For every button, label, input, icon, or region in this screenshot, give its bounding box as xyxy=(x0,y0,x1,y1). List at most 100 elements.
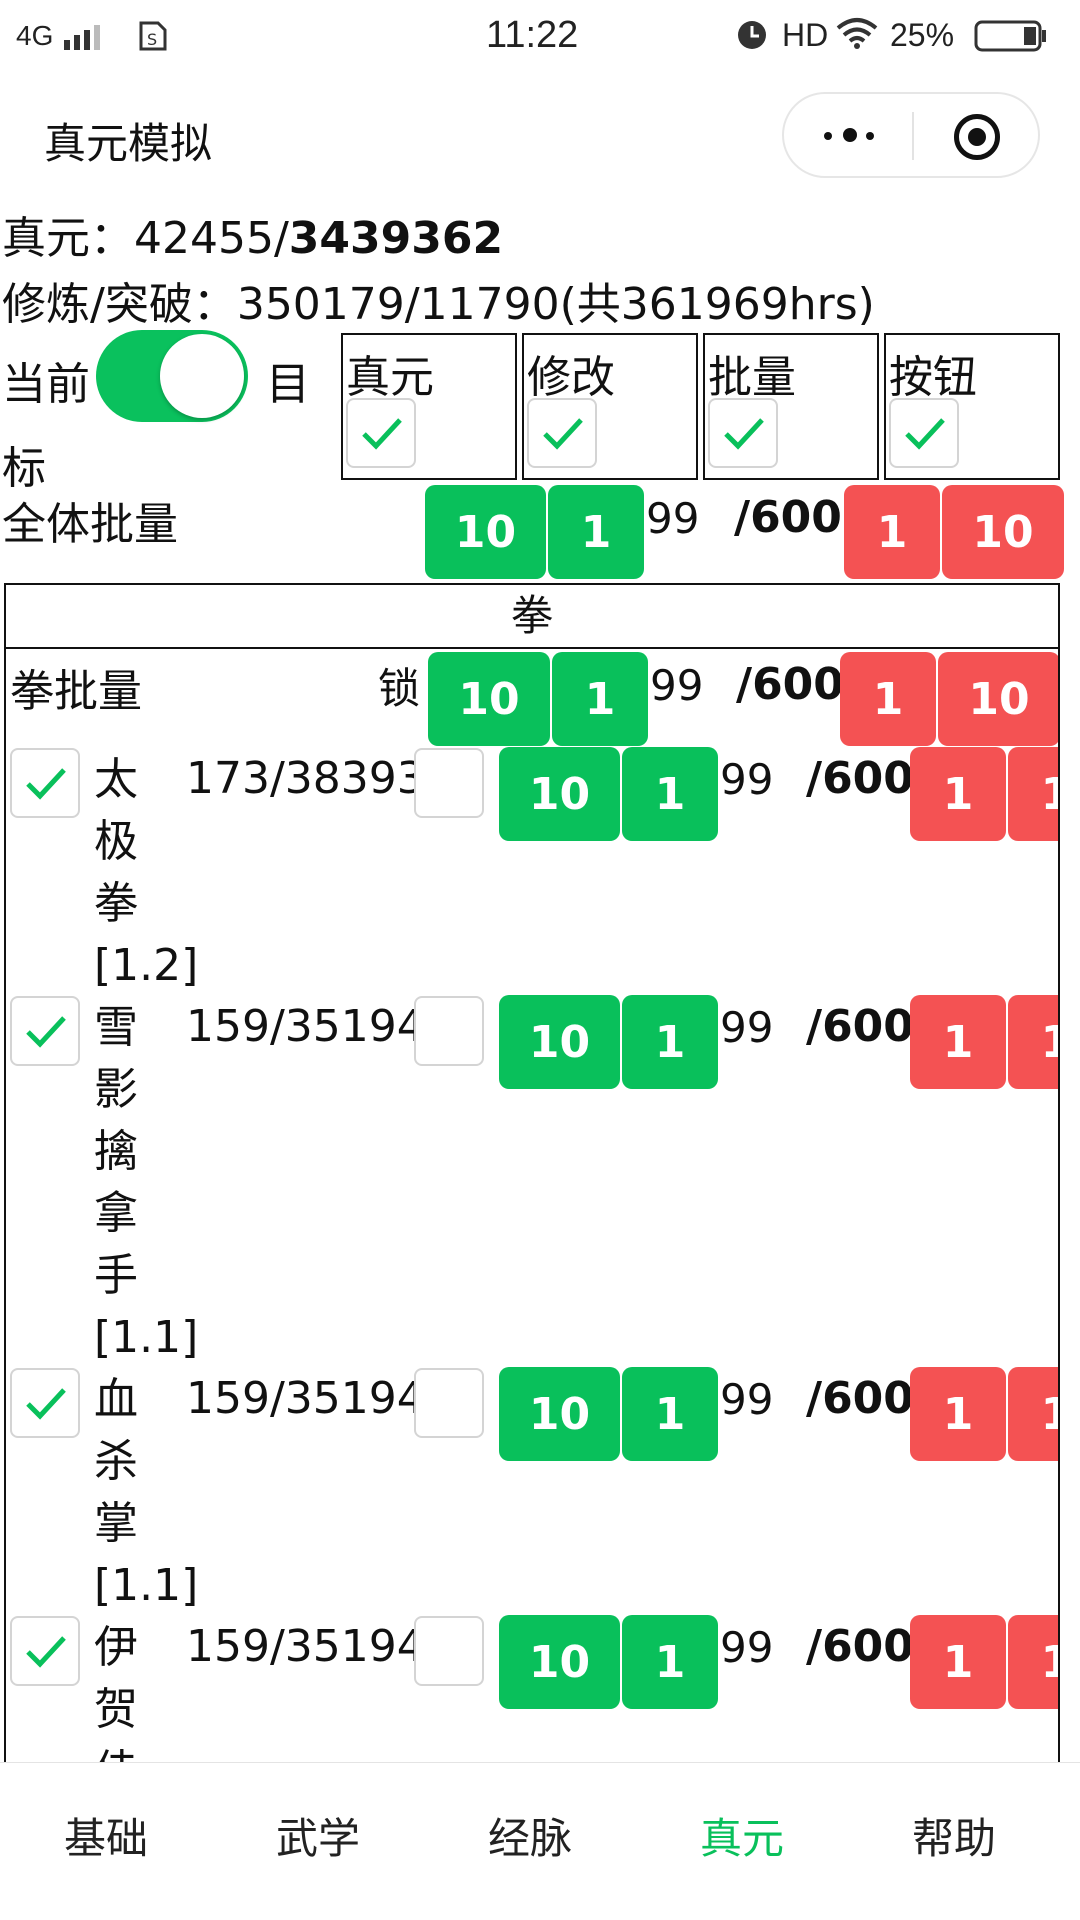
option-buttons-checkbox[interactable] xyxy=(889,398,959,468)
more-icon[interactable] xyxy=(824,128,876,144)
skill-max: /600 xyxy=(806,1001,914,1052)
check-icon xyxy=(905,418,945,450)
mini-program-capsule xyxy=(782,92,1040,178)
skill-plus1-button[interactable]: 1 xyxy=(622,1367,718,1461)
group-lock-label: 锁 xyxy=(378,664,421,713)
global-batch-value[interactable]: 99 xyxy=(646,494,699,543)
signal-icon xyxy=(62,22,110,61)
skill-lock-checkbox[interactable] xyxy=(414,1616,484,1686)
skill-group-table: 拳 拳批量 锁 10 1 99 /600 1 10 太极拳 [1.2] 173/3… xyxy=(4,583,1060,1770)
group-batch-label: 拳批量 xyxy=(10,666,142,717)
alarm-icon xyxy=(734,16,770,61)
skill-plus1-button[interactable]: 1 xyxy=(622,747,718,841)
skill-value[interactable]: 99 xyxy=(720,1003,773,1052)
tab-help[interactable]: 帮助 xyxy=(912,1805,996,1866)
skill-name: 雪影擒拿手 [1.1] xyxy=(94,1002,199,1363)
skill-minus10-button[interactable]: 1 xyxy=(1008,995,1058,1089)
global-minus1-button[interactable]: 1 xyxy=(844,485,940,579)
mode-target-label-wrap: 标 xyxy=(2,443,46,494)
skill-plus10-button[interactable]: 10 xyxy=(499,995,620,1089)
zhenyuan-total: 3439362 xyxy=(288,213,504,264)
skill-select-checkbox[interactable] xyxy=(10,1368,80,1438)
skill-progress: 159/35194 xyxy=(186,1373,425,1424)
skill-lock-checkbox[interactable] xyxy=(414,748,484,818)
skill-name: 伊贺佳 xyxy=(94,1622,138,1770)
skill-minus10-button[interactable]: 1 xyxy=(1008,747,1058,841)
option-modify: 修改 xyxy=(522,333,698,480)
tab-meridians[interactable]: 经脉 xyxy=(488,1805,572,1866)
skill-value[interactable]: 99 xyxy=(720,1375,773,1424)
option-label: 按钮 xyxy=(889,352,977,403)
zhenyuan-current: 42455/ xyxy=(134,213,289,264)
option-zhenyuan: 真元 xyxy=(341,333,517,480)
check-icon xyxy=(26,1636,66,1668)
global-batch-max: /600 xyxy=(734,492,842,543)
group-minus1-button[interactable]: 1 xyxy=(840,652,936,746)
skill-select-checkbox[interactable] xyxy=(10,1616,80,1686)
option-batch-checkbox[interactable] xyxy=(708,398,778,468)
group-batch-value[interactable]: 99 xyxy=(650,661,703,710)
skill-value[interactable]: 99 xyxy=(720,755,773,804)
skill-progress: 159/35194 xyxy=(186,1621,425,1672)
option-label: 修改 xyxy=(527,352,615,403)
skill-minus10-button[interactable]: 1 xyxy=(1008,1367,1058,1461)
tab-martial-arts[interactable]: 武学 xyxy=(276,1805,360,1866)
skill-plus1-button[interactable]: 1 xyxy=(622,1615,718,1709)
skill-minus1-button[interactable]: 1 xyxy=(910,1367,1006,1461)
tab-zhenyuan[interactable]: 真元 xyxy=(700,1805,784,1866)
skill-select-checkbox[interactable] xyxy=(10,996,80,1066)
skill-name: 血杀掌 [1.1] xyxy=(94,1374,199,1611)
global-minus10-button[interactable]: 10 xyxy=(942,485,1064,579)
svg-text:S: S xyxy=(147,30,157,49)
check-icon xyxy=(724,418,764,450)
check-icon xyxy=(26,1016,66,1048)
toggle-knob xyxy=(160,334,244,418)
skill-max: /600 xyxy=(806,1373,914,1424)
close-target-icon[interactable] xyxy=(954,114,1000,160)
global-plus1-button[interactable]: 1 xyxy=(548,485,644,579)
tab-basic[interactable]: 基础 xyxy=(64,1805,148,1866)
skill-plus10-button[interactable]: 10 xyxy=(499,747,620,841)
skill-lock-checkbox[interactable] xyxy=(414,1368,484,1438)
group-title: 拳 xyxy=(6,585,1058,649)
global-plus10-button[interactable]: 10 xyxy=(425,485,546,579)
mode-toggle[interactable] xyxy=(96,330,248,422)
skill-select-checkbox[interactable] xyxy=(10,748,80,818)
skill-minus1-button[interactable]: 1 xyxy=(910,995,1006,1089)
skill-minus10-button[interactable]: 1 xyxy=(1008,1615,1058,1709)
bottom-tab-bar: 基础 武学 经脉 真元 帮助 xyxy=(0,1762,1080,1920)
check-icon xyxy=(362,418,402,450)
status-bar: 4G S 11:22 HD 25% xyxy=(0,0,1080,72)
zhenyuan-summary: 真元：42455/3439362 xyxy=(2,202,503,266)
hd-indicator: HD xyxy=(782,17,829,53)
option-modify-checkbox[interactable] xyxy=(527,398,597,468)
option-zhenyuan-checkbox[interactable] xyxy=(346,398,416,468)
option-label: 真元 xyxy=(346,352,434,403)
skill-plus10-button[interactable]: 10 xyxy=(499,1367,620,1461)
global-batch-label: 全体批量 xyxy=(2,499,178,550)
group-plus1-button[interactable]: 1 xyxy=(552,652,648,746)
skill-lock-checkbox[interactable] xyxy=(414,996,484,1066)
skill-plus1-button[interactable]: 1 xyxy=(622,995,718,1089)
mode-target-label: 目 xyxy=(266,359,310,410)
clock-time: 11:22 xyxy=(486,14,579,56)
page-title: 真元模拟 xyxy=(44,119,213,168)
sim-card-icon: S xyxy=(138,20,168,61)
skill-plus10-button[interactable]: 10 xyxy=(499,1615,620,1709)
skill-minus1-button[interactable]: 1 xyxy=(910,747,1006,841)
skill-minus1-button[interactable]: 1 xyxy=(910,1615,1006,1709)
skill-name: 太极拳 [1.2] xyxy=(94,754,199,991)
check-icon xyxy=(26,1388,66,1420)
option-batch: 批量 xyxy=(703,333,879,480)
battery-percent: 25% xyxy=(890,17,955,53)
group-plus10-button[interactable]: 10 xyxy=(428,652,550,746)
train-breakthrough-line: 修炼/突破：350179/11790(共361969hrs) xyxy=(2,279,875,330)
group-minus10-button[interactable]: 10 xyxy=(938,652,1058,746)
check-icon xyxy=(543,418,583,450)
wifi-icon xyxy=(836,16,878,59)
battery-icon xyxy=(974,20,1048,61)
group-batch-max: /600 xyxy=(736,659,844,710)
skill-max: /600 xyxy=(806,1621,914,1672)
skill-value[interactable]: 99 xyxy=(720,1623,773,1672)
skill-progress: 173/38393 xyxy=(186,753,425,804)
